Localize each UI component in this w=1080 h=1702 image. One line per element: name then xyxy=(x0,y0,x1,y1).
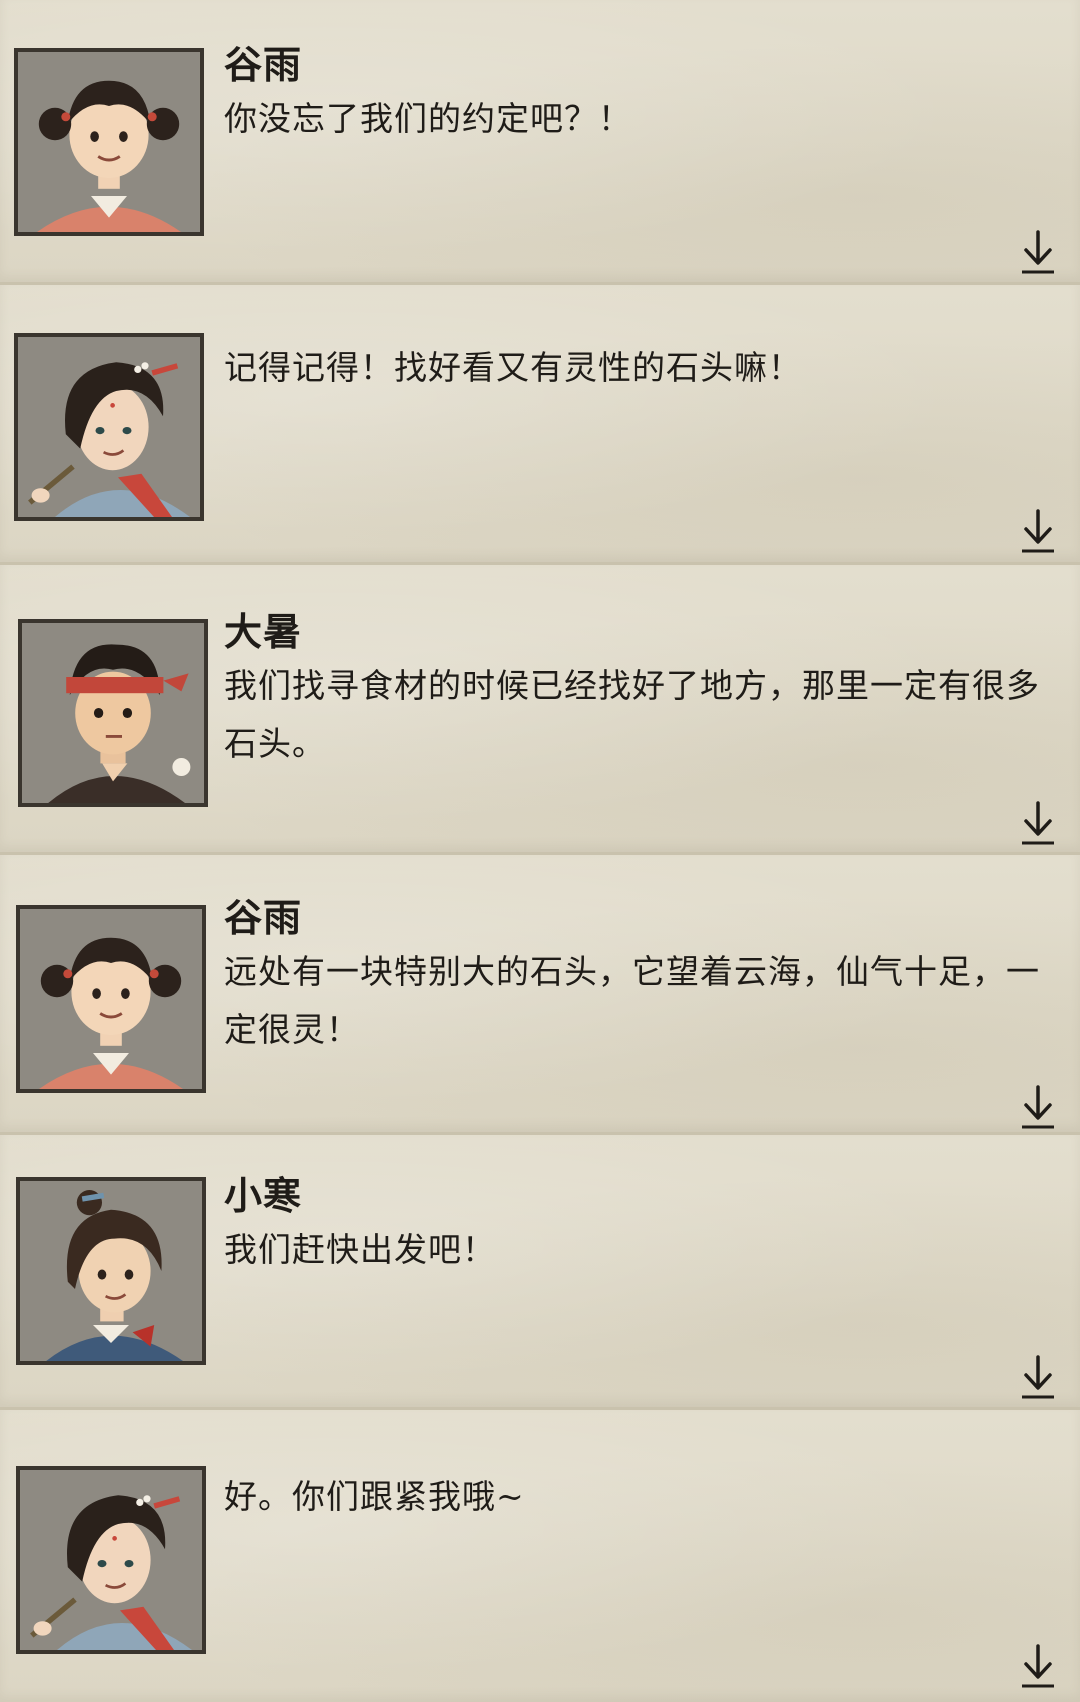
xiaohan-portrait-art xyxy=(21,1181,201,1361)
portrait-dashu xyxy=(18,619,208,807)
speaker-name: 小寒 xyxy=(224,1173,303,1218)
dialogue-text: 你没忘了我们的约定吧？！ xyxy=(224,99,632,138)
speaker-name: 大暑 xyxy=(224,609,303,654)
arrow-down-icon xyxy=(1022,509,1054,553)
portrait-elder-sister xyxy=(14,333,204,521)
portrait-elder-sister xyxy=(16,1466,206,1654)
dialogue-text: 好。你们跟紧我哦~ xyxy=(224,1477,525,1516)
dialogue-text: 我们赶快出发吧！ xyxy=(224,1230,496,1269)
arrow-down-icon xyxy=(1022,230,1054,274)
next-button[interactable] xyxy=(1018,1353,1058,1401)
next-button[interactable] xyxy=(1018,507,1058,555)
dialogue-text: 记得记得！找好看又有灵性的石头嘛！ xyxy=(224,348,802,387)
dialogue-entry: 记得记得！找好看又有灵性的石头嘛！ xyxy=(0,285,1080,565)
arrow-down-icon xyxy=(1022,1355,1054,1399)
next-button[interactable] xyxy=(1018,1642,1058,1690)
arrow-down-icon xyxy=(1022,801,1054,845)
guyu-portrait-art xyxy=(19,52,199,232)
arrow-down-icon xyxy=(1022,1085,1054,1129)
dialogue-entry: 小寒 我们赶快出发吧！ xyxy=(0,1135,1080,1410)
dialogue-entry: 大暑 我们找寻食材的时候已经找好了地方，那里一定有很多石头。 xyxy=(0,565,1080,855)
elder-sister-portrait-art xyxy=(21,1470,201,1650)
speaker-name: 谷雨 xyxy=(224,895,303,940)
next-button[interactable] xyxy=(1018,1083,1058,1131)
next-button[interactable] xyxy=(1018,228,1058,276)
next-button[interactable] xyxy=(1018,799,1058,847)
arrow-down-icon xyxy=(1022,1644,1054,1688)
dialogue-log: 谷雨 你没忘了我们的约定吧？！ 记得记得！找好看又有灵性的石头嘛！ 大暑 我们找… xyxy=(0,0,1080,1702)
dialogue-text: 我们找寻食材的时候已经找好了地方，那里一定有很多石头。 xyxy=(224,666,1040,763)
portrait-guyu xyxy=(14,48,204,236)
speaker-name: 谷雨 xyxy=(224,42,303,87)
guyu-portrait-art xyxy=(21,909,201,1089)
dialogue-entry: 好。你们跟紧我哦~ xyxy=(0,1410,1080,1702)
dialogue-entry: 谷雨 远处有一块特别大的石头，它望着云海，仙气十足，一定很灵！ xyxy=(0,855,1080,1135)
dialogue-entry: 谷雨 你没忘了我们的约定吧？！ xyxy=(0,0,1080,285)
dialogue-text: 远处有一块特别大的石头，它望着云海，仙气十足，一定很灵！ xyxy=(224,952,1040,1049)
portrait-guyu xyxy=(16,905,206,1093)
dashu-portrait-art xyxy=(23,623,203,803)
elder-sister-portrait-art xyxy=(19,337,199,517)
portrait-xiaohan xyxy=(16,1177,206,1365)
